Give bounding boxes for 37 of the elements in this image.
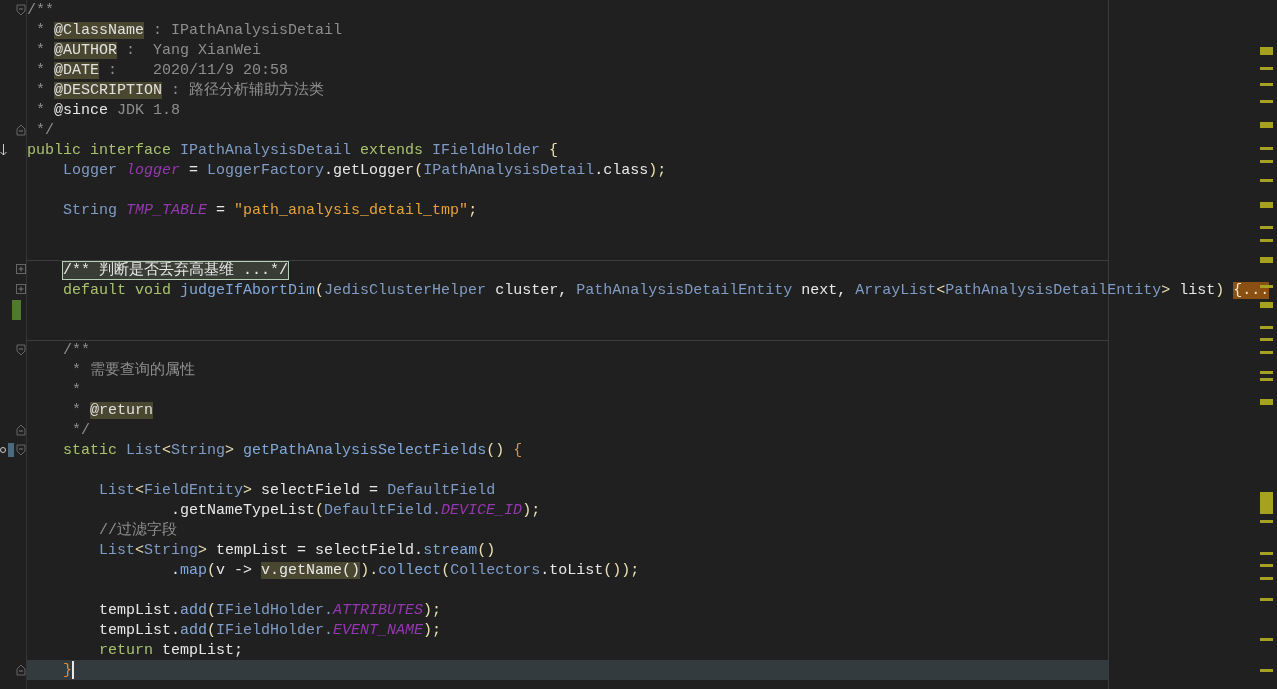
fold-icon[interactable] <box>16 444 26 456</box>
fold-icon[interactable] <box>16 4 26 16</box>
code-line: .getNameTypeList(DefaultField.DEVICE_ID); <box>170 501 541 521</box>
code-line: String TMP_TABLE = "path_analysis_detail_tmp"; <box>62 201 478 221</box>
code-line: public interface IPathAnalysisDetail extends IFieldHolder { <box>27 141 559 161</box>
code-line: List<String> tempList = selectField.stream() <box>98 541 496 561</box>
code-line: .map(v -> v.getName()).collect(Collectors.toList()); <box>170 561 640 581</box>
override-icon[interactable] <box>0 443 14 457</box>
code-line: return tempList; <box>98 641 244 661</box>
code-line: Logger logger = LoggerFactory.getLogger(IPathAnalysisDetail.class); <box>62 161 667 181</box>
code-line: * @since JDK 1.8 <box>35 101 181 121</box>
code-line: List<FieldEntity> selectField = DefaultField <box>98 481 496 501</box>
code-line: * @DATE : 2020/11/9 20:58 <box>35 61 289 81</box>
down-arrow-icon[interactable] <box>0 144 7 156</box>
code-line: * <box>71 381 82 401</box>
code-line: */ <box>71 421 91 441</box>
code-line: tempList.add(IFieldHolder.ATTRIBUTES); <box>98 601 442 621</box>
code-line: //过滤字段 <box>98 521 178 541</box>
code-line: * 需要查询的属性 <box>71 361 196 381</box>
code-line: * @AUTHOR : Yang XianWei <box>35 41 262 61</box>
code-line: * @ClassName : IPathAnalysisDetail <box>35 21 343 41</box>
code-line: * @return <box>71 401 154 421</box>
code-line: tempList.add(IFieldHolder.EVENT_NAME); <box>98 621 442 641</box>
code-line: /** <box>27 1 54 21</box>
fold-icon[interactable] <box>16 424 26 436</box>
code-line: */ <box>35 121 55 141</box>
fold-icon[interactable] <box>16 344 26 356</box>
change-marker[interactable] <box>12 300 21 320</box>
code-line: default void judgeIfAbortDim(JedisClusterHelper cluster, PathAnalysisDetailEntity next, ArrayList<PathAnalysisDetailEntity> list) {... <box>62 281 1270 301</box>
fold-icon[interactable] <box>16 124 26 136</box>
code-line: static List<String> getPathAnalysisSelectFields() { <box>62 441 523 461</box>
code-line: * @DESCRIPTION : 路径分析辅助方法类 <box>35 81 325 101</box>
expand-icon[interactable] <box>16 284 26 295</box>
code-line: /** <box>62 341 91 361</box>
code-line: } <box>62 661 75 681</box>
fold-icon[interactable] <box>16 664 26 676</box>
expand-icon[interactable] <box>16 264 26 275</box>
